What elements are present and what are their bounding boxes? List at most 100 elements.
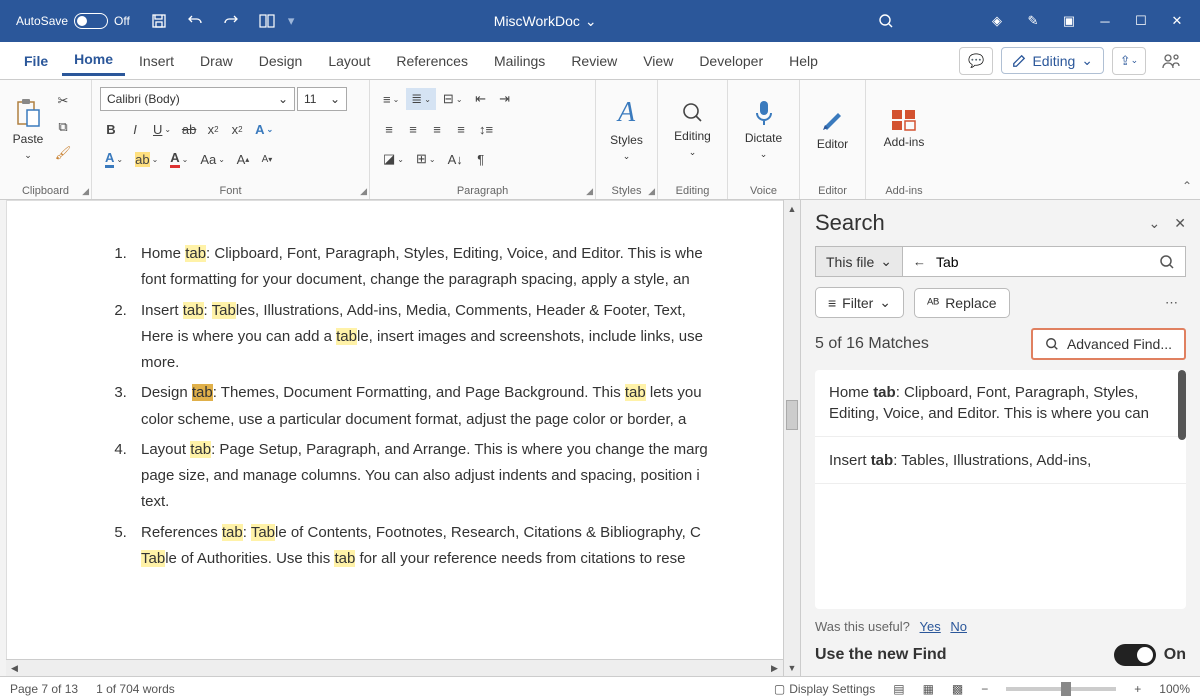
copy-icon[interactable]: ⧉	[52, 116, 74, 138]
dialog-launcher-icon[interactable]: ◢	[82, 186, 89, 197]
focus-mode-icon[interactable]: ▤	[893, 682, 904, 696]
zoom-in-icon[interactable]: +	[1134, 682, 1141, 696]
vertical-scrollbar[interactable]: ▲ ▼	[783, 200, 800, 676]
borders-icon[interactable]: ⊞ ⌄	[411, 148, 441, 170]
scroll-down-icon[interactable]: ▼	[784, 659, 800, 676]
tab-layout[interactable]: Layout	[316, 47, 382, 75]
new-find-toggle[interactable]	[1114, 644, 1156, 666]
minimize-button[interactable]: ─	[1090, 7, 1120, 35]
scroll-thumb[interactable]	[786, 400, 798, 430]
autosave-switch[interactable]: AutoSave Off	[16, 13, 130, 29]
zoom-level[interactable]: 100%	[1159, 682, 1190, 696]
strikethrough-icon[interactable]: ab	[178, 118, 200, 140]
editing-button[interactable]: Editing⌄	[666, 84, 719, 174]
tab-file[interactable]: File	[12, 47, 60, 75]
line-spacing-icon[interactable]: ↕≡	[474, 118, 498, 140]
align-right-icon[interactable]: ≡	[426, 118, 448, 140]
maximize-button[interactable]: ☐	[1126, 7, 1156, 35]
scroll-left-icon[interactable]: ◀	[6, 660, 23, 676]
page-indicator[interactable]: Page 7 of 13	[10, 682, 78, 696]
editor-button[interactable]: Editor	[808, 84, 857, 174]
window-icon[interactable]: ▣	[1054, 7, 1084, 35]
tab-developer[interactable]: Developer	[687, 47, 775, 75]
close-button[interactable]: ✕	[1162, 7, 1192, 35]
superscript-icon[interactable]: x2	[226, 118, 248, 140]
zoom-slider[interactable]	[1006, 687, 1116, 691]
subscript-icon[interactable]: x2	[202, 118, 224, 140]
collapse-ribbon-icon[interactable]: ⌃	[1182, 179, 1192, 193]
document-title[interactable]: MiscWorkDoc ⌄	[300, 13, 790, 30]
bullets-icon[interactable]: ≡ ⌄	[378, 88, 404, 110]
tab-design[interactable]: Design	[247, 47, 315, 75]
dialog-launcher-icon[interactable]: ◢	[586, 186, 593, 197]
zoom-out-icon[interactable]: −	[981, 682, 988, 696]
redo-icon[interactable]	[216, 7, 246, 35]
diamond-icon[interactable]: ◈	[982, 7, 1012, 35]
text-effects-icon[interactable]: A ⌄	[250, 118, 278, 140]
search-scope-dropdown[interactable]: This file ⌄	[815, 246, 902, 277]
undo-icon[interactable]	[180, 7, 210, 35]
web-layout-icon[interactable]: ▩	[952, 682, 963, 696]
search-result-item[interactable]: Home tab: Clipboard, Font, Paragraph, St…	[815, 370, 1186, 437]
addins-button[interactable]: Add-ins	[874, 84, 934, 174]
font-family-combo[interactable]: Calibri (Body)⌄	[100, 87, 295, 111]
editing-mode-button[interactable]: Editing ⌄	[1001, 47, 1104, 74]
search-result-item[interactable]: Insert tab: Tables, Illustrations, Add-i…	[815, 438, 1186, 484]
search-input[interactable]	[936, 254, 1149, 270]
sort-icon[interactable]: A↓	[443, 148, 468, 170]
document-area[interactable]: Home tab: Clipboard, Font, Paragraph, St…	[0, 200, 800, 676]
horizontal-scrollbar[interactable]: ◀ ▶	[6, 659, 783, 676]
show-marks-icon[interactable]: ¶	[470, 148, 492, 170]
account-icon[interactable]	[1154, 47, 1188, 75]
numbering-icon[interactable]: ≣ ⌄	[406, 88, 436, 110]
font-size-combo[interactable]: 11⌄	[297, 87, 347, 111]
brush-icon[interactable]: ✎	[1018, 7, 1048, 35]
display-settings-button[interactable]: ▢ Display Settings	[774, 682, 875, 696]
paste-button[interactable]: Paste ⌄	[8, 84, 48, 174]
format-painter-icon[interactable]: 🖌	[52, 142, 74, 164]
advanced-find-button[interactable]: Advanced Find...	[1031, 328, 1186, 360]
title-search[interactable]	[796, 13, 976, 29]
feedback-yes-link[interactable]: Yes	[920, 619, 941, 634]
back-arrow-icon[interactable]: ←	[913, 254, 926, 269]
tab-references[interactable]: References	[384, 47, 480, 75]
chevron-down-icon[interactable]: ⌄	[1149, 215, 1161, 232]
increase-indent-icon[interactable]: ⇥	[494, 88, 516, 110]
change-case-icon[interactable]: Aa ⌄	[195, 148, 230, 170]
quick-access-icon[interactable]	[252, 7, 282, 35]
shading-icon[interactable]: ◪ ⌄	[378, 148, 409, 170]
font-color2-icon[interactable]: A ⌄	[165, 148, 193, 170]
decrease-indent-icon[interactable]: ⇤	[470, 88, 492, 110]
align-left-icon[interactable]: ≡	[378, 118, 400, 140]
grow-font-icon[interactable]: A▴	[232, 148, 254, 170]
italic-icon[interactable]: I	[124, 118, 146, 140]
justify-icon[interactable]: ≡	[450, 118, 472, 140]
word-count[interactable]: 1 of 704 words	[96, 682, 175, 696]
scroll-right-icon[interactable]: ▶	[766, 660, 783, 676]
save-icon[interactable]	[144, 7, 174, 35]
close-icon[interactable]: ✕	[1174, 215, 1186, 232]
bold-icon[interactable]: B	[100, 118, 122, 140]
cut-icon[interactable]: ✂	[52, 90, 74, 112]
shrink-font-icon[interactable]: A▾	[256, 148, 278, 170]
dialog-launcher-icon[interactable]: ◢	[360, 186, 367, 197]
font-color-icon[interactable]: A ⌄	[100, 148, 128, 170]
multilevel-icon[interactable]: ⊟ ⌄	[438, 88, 468, 110]
tab-draw[interactable]: Draw	[188, 47, 245, 75]
more-options-icon[interactable]: ⋯	[1157, 291, 1186, 315]
print-layout-icon[interactable]: ▦	[923, 682, 934, 696]
feedback-no-link[interactable]: No	[950, 619, 967, 634]
toggle-off-icon[interactable]	[74, 13, 108, 29]
tab-insert[interactable]: Insert	[127, 47, 186, 75]
filter-button[interactable]: ≡Filter ⌄	[815, 287, 904, 318]
dialog-launcher-icon[interactable]: ◢	[648, 186, 655, 197]
tab-review[interactable]: Review	[559, 47, 629, 75]
tab-view[interactable]: View	[631, 47, 685, 75]
dictate-button[interactable]: Dictate⌄	[736, 84, 791, 174]
highlight-icon[interactable]: ab ⌄	[130, 148, 163, 170]
align-center-icon[interactable]: ≡	[402, 118, 424, 140]
scroll-up-icon[interactable]: ▲	[784, 200, 800, 217]
underline-icon[interactable]: U ⌄	[148, 118, 176, 140]
results-scrollbar[interactable]	[1178, 370, 1186, 440]
tab-mailings[interactable]: Mailings	[482, 47, 557, 75]
